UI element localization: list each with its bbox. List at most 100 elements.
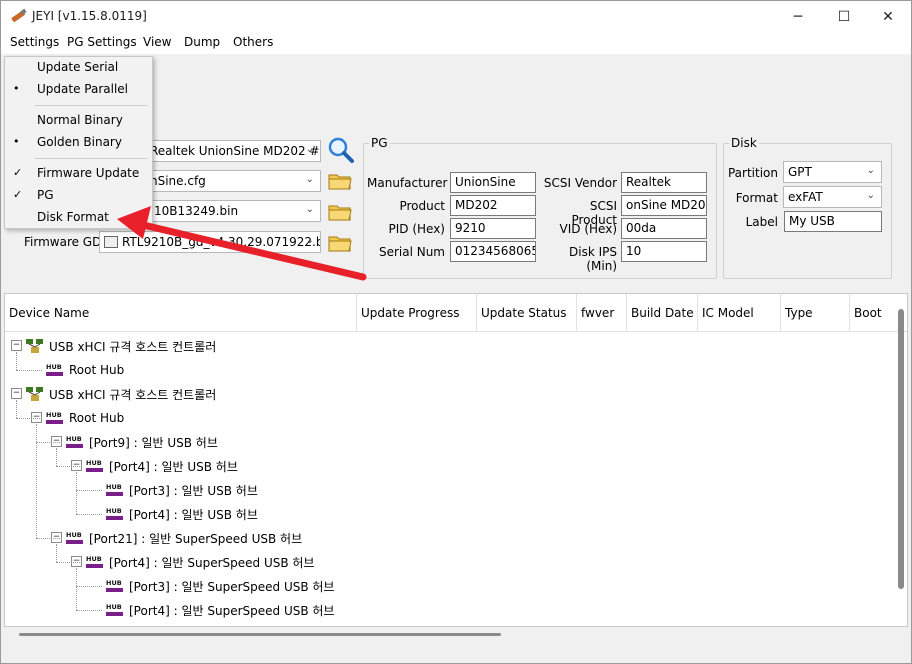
column-fwver[interactable]: fwver (577, 294, 627, 332)
serial-num-label: Serial Num (378, 245, 445, 259)
hub-icon: HUB (46, 363, 63, 376)
firmware-gd-combo[interactable]: RTL9210B_gd_v4.30.29.071922.bin ⌄ (99, 231, 321, 253)
scsi-product-field[interactable]: onSine MD202 (621, 195, 707, 216)
manufacturer-field[interactable]: UnionSine (450, 172, 536, 193)
column-type[interactable]: Type (781, 294, 850, 332)
product-field[interactable]: MD202 (450, 195, 536, 216)
table-row[interactable]: HUB Root Hub (45, 407, 124, 429)
app-window: JEYI [v1.15.8.0119] ─ ☐ ✕ Settings PG Se… (0, 0, 912, 664)
menu-update-serial[interactable]: Update Serial (5, 57, 152, 79)
device-name: USB xHCI 규격 호스트 컨트롤러 (49, 387, 217, 402)
column-update-status[interactable]: Update Status (477, 294, 577, 332)
table-row[interactable]: USB xHCI 규격 호스트 컨트롤러 (25, 335, 216, 357)
tree-connector (36, 538, 62, 539)
table-row[interactable]: HUB [Port3] : 일반 USB 허브 (105, 479, 258, 501)
manufacturer-label: Manufacturer (367, 176, 448, 190)
chevron-down-icon: ⌄ (305, 235, 314, 246)
device-name: Root Hub (69, 363, 125, 377)
tree-connector (76, 514, 102, 515)
menu-normal-binary[interactable]: Normal Binary (5, 110, 152, 132)
table-row[interactable]: HUB [Port4] : 일반 USB 허브 (105, 503, 258, 525)
svg-text:HUB: HUB (86, 459, 102, 467)
menu-disk-format[interactable]: Disk Format (5, 207, 152, 229)
disk-ips-field[interactable]: 10 (621, 241, 707, 262)
device-name: [Port3] : 일반 USB 허브 (129, 483, 258, 498)
table-row[interactable]: HUB Root Hub (45, 359, 124, 381)
folder-icon[interactable] (328, 202, 352, 222)
table-row[interactable]: HUB [Port21] : 일반 SuperSpeed USB 허브 (65, 527, 302, 549)
svg-text:HUB: HUB (66, 435, 82, 443)
device-name: Root Hub (69, 411, 125, 425)
vid-field[interactable]: 00da (621, 218, 707, 239)
tree-expander[interactable]: − (11, 340, 22, 351)
column-device-name[interactable]: Device Name (5, 294, 357, 332)
tree-connector (56, 466, 82, 467)
hub-icon: HUB (86, 555, 103, 568)
controller-icon (26, 387, 43, 401)
table-row[interactable]: HUB [Port3] : 일반 SuperSpeed USB 허브 (105, 575, 334, 597)
table-row[interactable]: HUB [Port4] : 일반 SuperSpeed USB 허브 (105, 599, 334, 621)
close-button[interactable]: ✕ (865, 1, 911, 32)
svg-text:HUB: HUB (46, 411, 62, 419)
search-icon[interactable] (327, 136, 355, 164)
tree-connector (56, 562, 82, 563)
tree-connector (76, 610, 102, 611)
device-name: [Port3] : 일반 SuperSpeed USB 허브 (129, 579, 335, 594)
menu-pg-settings[interactable]: PG Settings (67, 35, 137, 49)
chevron-down-icon: ⌄ (305, 204, 314, 215)
tree-connector (56, 448, 57, 466)
vertical-scrollbar[interactable] (898, 309, 904, 589)
menu-dump[interactable]: Dump (184, 35, 220, 49)
menu-update-parallel[interactable]: • Update Parallel (5, 79, 152, 101)
chevron-down-icon: ⌄ (866, 165, 875, 176)
serial-num-field[interactable]: 012345680650 (450, 241, 536, 262)
checkmark-icon: ✓ (13, 188, 23, 201)
app-icon (11, 8, 27, 23)
table-row[interactable]: USB xHCI 규격 호스트 컨트롤러 (25, 383, 216, 405)
radio-dot-icon: • (13, 135, 20, 148)
status-bar (1, 641, 911, 663)
tree-connector (76, 472, 77, 514)
tree-connector (56, 544, 57, 562)
tree-connector (76, 568, 77, 610)
tree-connector (16, 370, 42, 371)
svg-text:HUB: HUB (106, 603, 122, 611)
controller-icon (26, 339, 43, 353)
menu-golden-binary[interactable]: • Golden Binary (5, 132, 152, 154)
tree-expander[interactable]: − (11, 388, 22, 399)
svg-text:HUB: HUB (106, 579, 122, 587)
device-name: [Port4] : 일반 USB 허브 (109, 459, 238, 474)
menu-settings[interactable]: Settings (10, 35, 59, 49)
product-label: Product (399, 199, 445, 213)
chevron-down-icon: ⌄ (305, 144, 314, 155)
hub-icon: HUB (46, 411, 63, 424)
checkmark-icon: ✓ (13, 166, 23, 179)
disk-label-field[interactable]: My USB (784, 211, 882, 232)
scsi-vendor-field[interactable]: Realtek (621, 172, 707, 193)
column-build-date[interactable]: Build Date (627, 294, 698, 332)
svg-text:HUB: HUB (46, 363, 62, 371)
table-row[interactable]: HUB [Port4] : 일반 USB 허브 (85, 455, 238, 477)
menu-others[interactable]: Others (233, 35, 273, 49)
folder-icon[interactable] (328, 233, 352, 253)
menu-separator (35, 158, 148, 159)
pid-field[interactable]: 9210 (450, 218, 536, 239)
menu-pg[interactable]: ✓ PG (5, 185, 152, 207)
hub-icon: HUB (86, 459, 103, 472)
table-row[interactable]: HUB [Port9] : 일반 USB 허브 (65, 431, 218, 453)
minimize-button[interactable]: ─ (775, 1, 821, 32)
format-dropdown[interactable]: exFAT ⌄ (783, 186, 882, 208)
horizontal-scrollbar[interactable] (19, 633, 501, 636)
menu-firmware-update[interactable]: ✓ Firmware Update (5, 163, 152, 185)
title-bar[interactable]: JEYI [v1.15.8.0119] ─ ☐ ✕ (1, 1, 911, 32)
partition-dropdown[interactable]: GPT ⌄ (783, 161, 882, 183)
table-row[interactable]: HUB [Port4] : 일반 SuperSpeed USB 허브 (85, 551, 314, 573)
column-ic-model[interactable]: IC Model (698, 294, 781, 332)
hub-icon: HUB (106, 507, 123, 520)
column-update-progress[interactable]: Update Progress (357, 294, 477, 332)
maximize-button[interactable]: ☐ (821, 1, 867, 32)
folder-icon[interactable] (328, 171, 352, 191)
tree-connector (36, 442, 62, 443)
device-name: [Port21] : 일반 SuperSpeed USB 허브 (89, 531, 303, 546)
menu-view[interactable]: View (143, 35, 171, 49)
